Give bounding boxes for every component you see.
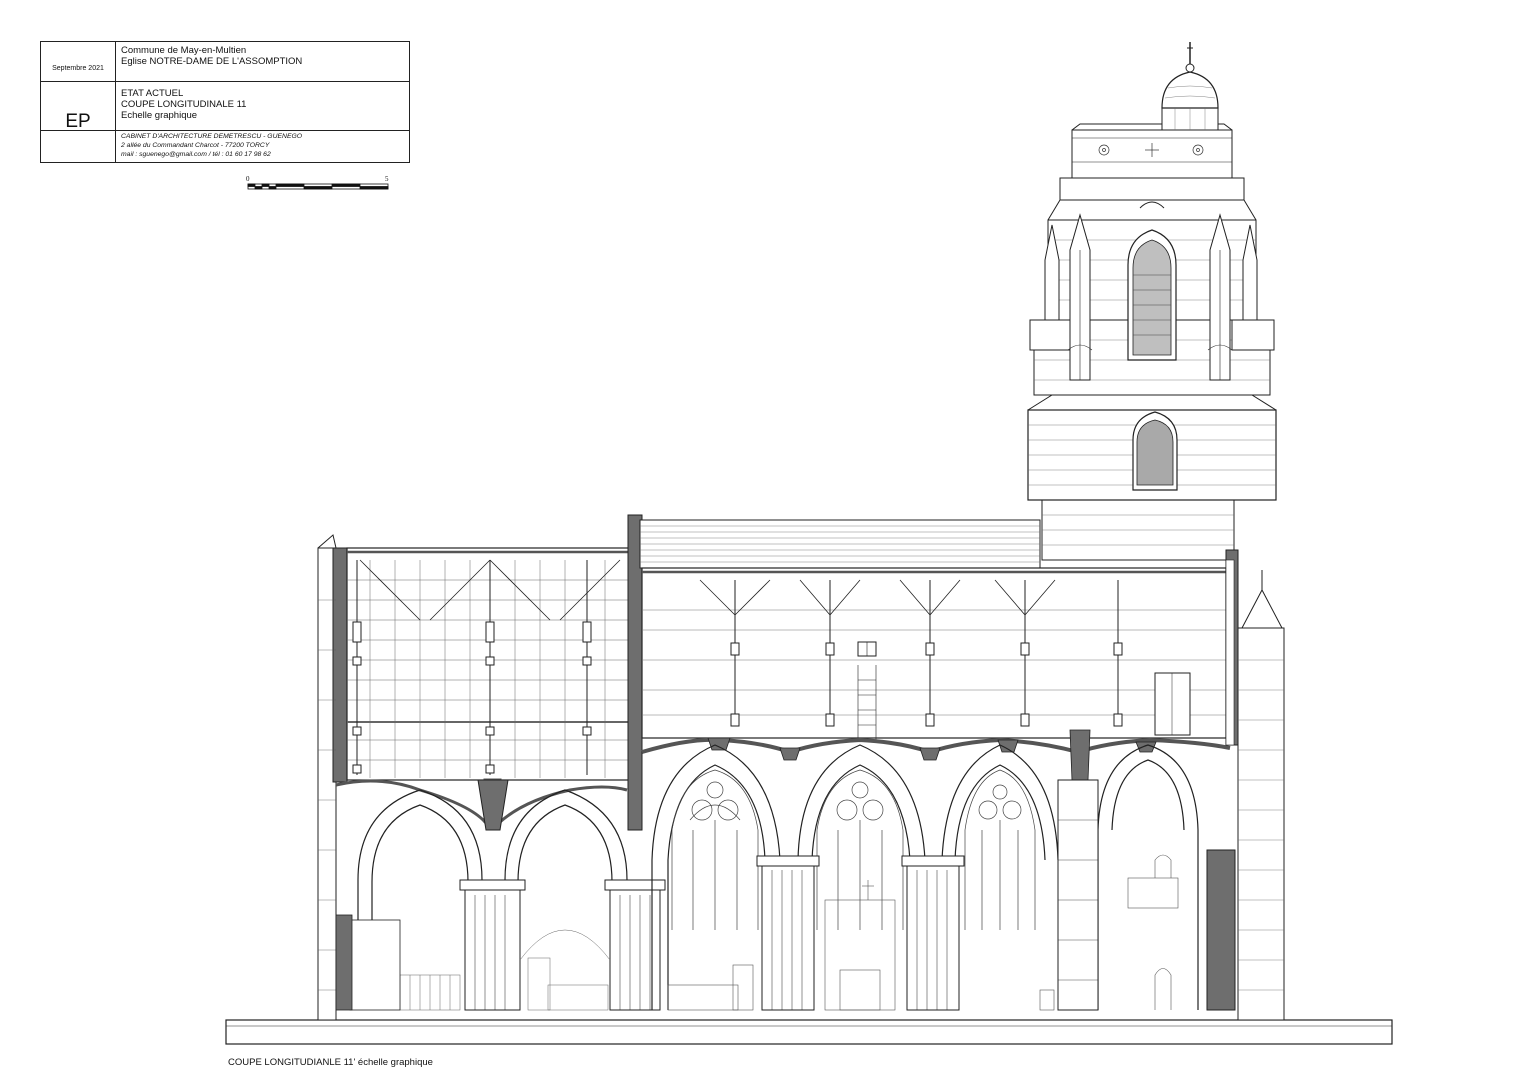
- choir: [627, 514, 1231, 1011]
- tracery-windows: [671, 769, 1036, 930]
- drawing-caption: COUPE LONGITUDIANLE 11' échelle graphiqu…: [228, 1057, 433, 1068]
- ground: [225, 1019, 1393, 1045]
- west-nave: [317, 534, 666, 1021]
- west-piers: [459, 879, 666, 1011]
- choir-piers: [756, 779, 1099, 1011]
- scale-bar: [247, 183, 389, 190]
- section-drawing: [225, 42, 1393, 1045]
